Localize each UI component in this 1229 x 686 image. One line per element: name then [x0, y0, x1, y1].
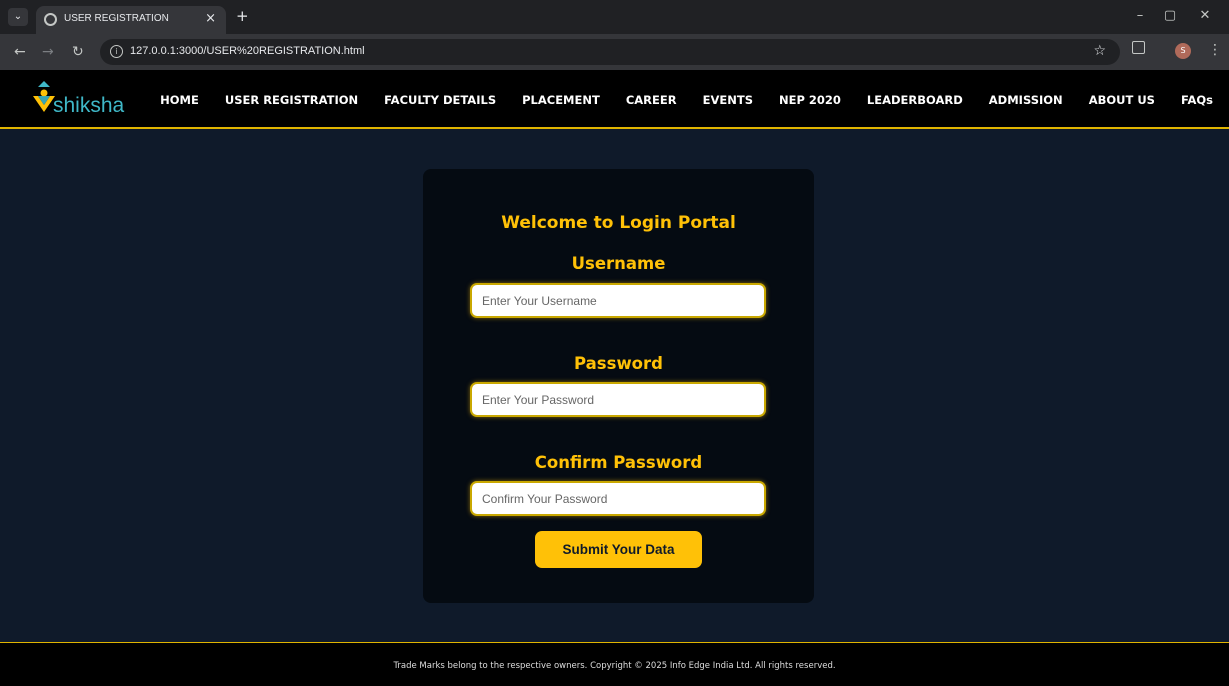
site-header: shiksha HOME USER REGISTRATION FACULTY D…	[0, 70, 1229, 129]
footer-copyright: Trade Marks belong to the respective own…	[393, 661, 836, 671]
browser-toolbar: ← → ↻ i 127.0.0.1:3000/USER%20REGISTRATI…	[0, 34, 1229, 70]
nav-nep-2020[interactable]: NEP 2020	[779, 93, 841, 107]
nav-leaderboard[interactable]: LEADERBOARD	[867, 93, 963, 107]
address-bar[interactable]: i 127.0.0.1:3000/USER%20REGISTRATION.htm…	[100, 39, 1120, 65]
main-content: Welcome to Login Portal Username Passwor…	[0, 131, 1229, 642]
back-icon[interactable]: ←	[14, 44, 26, 60]
reload-icon[interactable]: ↻	[72, 44, 84, 60]
browser-tab-bar: ⌄ USER REGISTRATION × + – ▢ ✕	[0, 0, 1229, 34]
confirm-password-input[interactable]	[470, 481, 766, 516]
close-window-icon[interactable]: ✕	[1195, 8, 1215, 23]
nav-events[interactable]: EVENTS	[703, 93, 753, 107]
username-label: Username	[571, 254, 666, 273]
restore-icon[interactable]: ▢	[1160, 8, 1180, 23]
minimize-icon[interactable]: –	[1130, 8, 1150, 23]
submit-button[interactable]: Submit Your Data	[535, 531, 702, 568]
password-input[interactable]	[470, 382, 766, 417]
browser-tab[interactable]: USER REGISTRATION ×	[36, 6, 226, 34]
graduation-cap-icon	[38, 81, 50, 87]
bookmark-star-icon[interactable]: ☆	[1093, 43, 1106, 59]
site-footer: Trade Marks belong to the respective own…	[0, 642, 1229, 686]
nav-user-registration[interactable]: USER REGISTRATION	[225, 93, 358, 107]
nav-faculty-details[interactable]: FACULTY DETAILS	[384, 93, 496, 107]
browser-menu-icon[interactable]: ⋮	[1208, 42, 1222, 58]
profile-avatar[interactable]: S	[1175, 43, 1191, 59]
extensions-icon[interactable]	[1132, 41, 1145, 54]
globe-icon	[44, 13, 57, 26]
forward-icon[interactable]: →	[42, 44, 54, 60]
form-title: Welcome to Login Portal	[501, 213, 736, 233]
logo-text: shiksha	[53, 94, 125, 117]
close-tab-icon[interactable]: ×	[205, 11, 216, 26]
password-label: Password	[574, 354, 663, 373]
nav-home[interactable]: HOME	[160, 93, 199, 107]
nav-faqs[interactable]: FAQs	[1181, 93, 1213, 107]
confirm-password-label: Confirm Password	[534, 453, 703, 472]
url-text[interactable]: 127.0.0.1:3000/USER%20REGISTRATION.html	[130, 45, 365, 57]
login-card: Welcome to Login Portal Username Passwor…	[423, 169, 814, 603]
nav-placement[interactable]: PLACEMENT	[522, 93, 600, 107]
nav-career[interactable]: CAREER	[626, 93, 677, 107]
nav-about-us[interactable]: ABOUT US	[1089, 93, 1155, 107]
nav-admission[interactable]: ADMISSION	[989, 93, 1063, 107]
username-input[interactable]	[470, 283, 766, 318]
tab-title: USER REGISTRATION	[64, 13, 169, 24]
new-tab-icon[interactable]: +	[236, 7, 249, 25]
site-logo[interactable]: shiksha	[32, 78, 142, 122]
tab-search-icon[interactable]: ⌄	[8, 8, 28, 26]
site-info-icon[interactable]: i	[110, 45, 123, 58]
main-nav: HOME USER REGISTRATION FACULTY DETAILS P…	[134, 70, 1213, 129]
